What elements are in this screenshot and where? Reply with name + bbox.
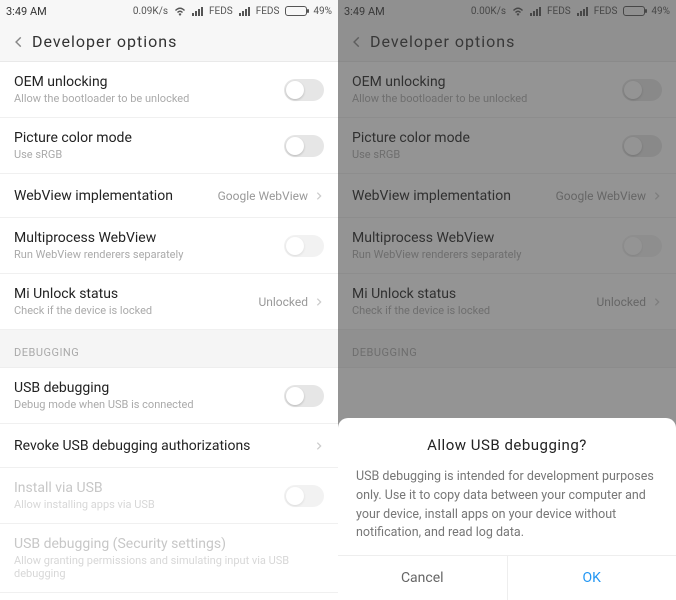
chevron-right-icon	[314, 292, 324, 311]
status-speed: 0.09K/s	[133, 6, 168, 17]
section-header-debugging: DEBUGGING	[0, 330, 338, 368]
item-title: Mi Unlock status	[14, 286, 258, 302]
item-title: Picture color mode	[14, 130, 284, 146]
item-picture-color-mode[interactable]: Picture color mode Use sRGB	[0, 118, 338, 174]
back-icon[interactable]	[10, 33, 28, 51]
status-battery-pct: 49%	[313, 6, 332, 17]
signal-1-icon	[192, 6, 203, 16]
ok-button[interactable]: OK	[508, 556, 676, 600]
item-webview-implementation[interactable]: WebView implementation Google WebView	[0, 174, 338, 218]
toggle-oem-unlocking[interactable]	[284, 79, 324, 101]
item-title: Multiprocess WebView	[14, 230, 284, 246]
screen-left: 3:49 AM 0.09K/s FEDS FEDS 49% Developer …	[0, 0, 338, 600]
item-title: USB debugging (Security settings)	[14, 536, 324, 552]
page-title: Developer options	[28, 32, 177, 51]
item-sub: Allow installing apps via USB	[14, 498, 284, 511]
toggle-install-via-usb	[284, 485, 324, 507]
item-sub: Allow granting permissions and simulatin…	[14, 554, 324, 580]
dialog-body: USB debugging is intended for developmen…	[356, 468, 658, 543]
item-oem-unlocking[interactable]: OEM unlocking Allow the bootloader to be…	[0, 62, 338, 118]
toggle-picture-color-mode[interactable]	[284, 135, 324, 157]
item-title: USB debugging	[14, 380, 284, 396]
item-sub: Check if the device is locked	[14, 304, 258, 317]
toggle-multiprocess-webview[interactable]	[284, 235, 324, 257]
signal-2-icon	[239, 6, 250, 16]
wifi-icon	[174, 6, 186, 16]
item-sub: Run WebView renderers separately	[14, 248, 284, 261]
dialog-usb-debugging: Allow USB debugging? USB debugging is in…	[338, 418, 676, 600]
status-bar: 3:49 AM 0.09K/s FEDS FEDS 49%	[0, 0, 338, 22]
app-header: Developer options	[0, 22, 338, 62]
status-carrier-1: FEDS	[209, 6, 233, 17]
item-mi-unlock-status[interactable]: Mi Unlock status Check if the device is …	[0, 274, 338, 330]
dialog-actions: Cancel OK	[338, 555, 676, 600]
toggle-usb-debugging[interactable]	[284, 385, 324, 407]
settings-list: OEM unlocking Allow the bootloader to be…	[0, 62, 338, 593]
status-time: 3:49 AM	[6, 5, 55, 18]
item-sub: Use sRGB	[14, 148, 284, 161]
battery-icon	[285, 6, 307, 16]
chevron-right-icon	[314, 186, 324, 205]
item-sub: Debug mode when USB is connected	[14, 398, 284, 411]
item-title: OEM unlocking	[14, 74, 284, 90]
item-sub: Allow the bootloader to be unlocked	[14, 92, 284, 105]
status-carrier-2: FEDS	[256, 6, 280, 17]
item-multiprocess-webview[interactable]: Multiprocess WebView Run WebView rendere…	[0, 218, 338, 274]
item-install-via-usb: Install via USB Allow installing apps vi…	[0, 468, 338, 524]
item-value: Unlocked	[258, 295, 308, 309]
item-revoke-usb-auth[interactable]: Revoke USB debugging authorizations	[0, 424, 338, 468]
chevron-right-icon	[314, 436, 324, 455]
item-title: WebView implementation	[14, 188, 218, 204]
item-usb-debugging-security: USB debugging (Security settings) Allow …	[0, 524, 338, 593]
item-title: Revoke USB debugging authorizations	[14, 438, 314, 454]
item-usb-debugging[interactable]: USB debugging Debug mode when USB is con…	[0, 368, 338, 424]
screen-right: 3:49 AM 0.00K/s FEDS FEDS 49% Developer …	[338, 0, 676, 600]
item-value: Google WebView	[218, 189, 308, 203]
item-title: Install via USB	[14, 480, 284, 496]
cancel-button[interactable]: Cancel	[338, 556, 508, 600]
dialog-title: Allow USB debugging?	[356, 436, 658, 454]
